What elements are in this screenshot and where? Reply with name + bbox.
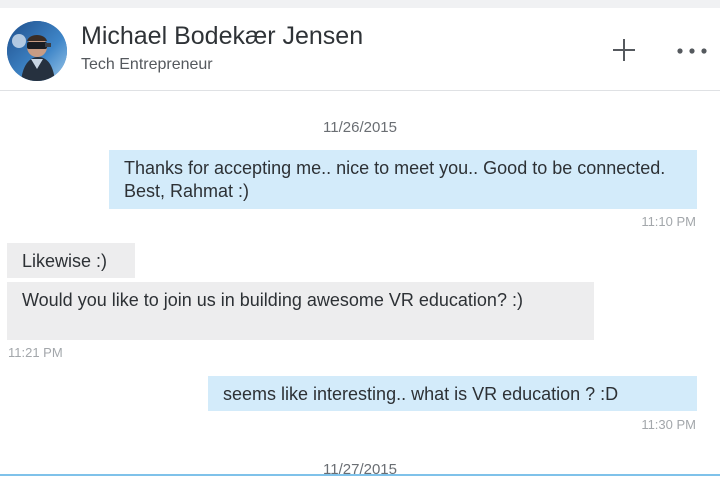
message-bubble-received[interactable]: Would you like to join us in building aw… (7, 282, 594, 340)
avatar-image (7, 21, 67, 81)
message-bubble-sent[interactable]: Thanks for accepting me.. nice to meet y… (109, 150, 697, 209)
chat-window: Michael Bodekær Jensen Tech Entrepreneur… (0, 8, 720, 489)
date-separator: 11/27/2015 (323, 461, 397, 474)
message-bubble-received[interactable]: Likewise :) (7, 243, 135, 278)
conversation-header: Michael Bodekær Jensen Tech Entrepreneur (0, 8, 720, 91)
message-timestamp: 11:21 PM (8, 345, 63, 360)
message-timestamp: 11:30 PM (641, 417, 696, 432)
date-separator: 11/26/2015 (323, 119, 397, 136)
contact-headline: Tech Entrepreneur (81, 56, 213, 73)
more-options-button[interactable] (670, 32, 714, 68)
avatar[interactable] (7, 21, 67, 81)
contact-name[interactable]: Michael Bodekær Jensen (81, 22, 363, 51)
message-timestamp: 11:10 PM (641, 214, 696, 229)
plus-icon (613, 39, 635, 61)
window-top-strip (0, 0, 720, 8)
message-bubble-sent[interactable]: seems like interesting.. what is VR educ… (208, 376, 697, 411)
more-horizontal-icon (677, 48, 707, 54)
message-list[interactable]: 11/26/2015 Thanks for accepting me.. nic… (0, 91, 720, 474)
add-participant-button[interactable] (606, 32, 642, 68)
